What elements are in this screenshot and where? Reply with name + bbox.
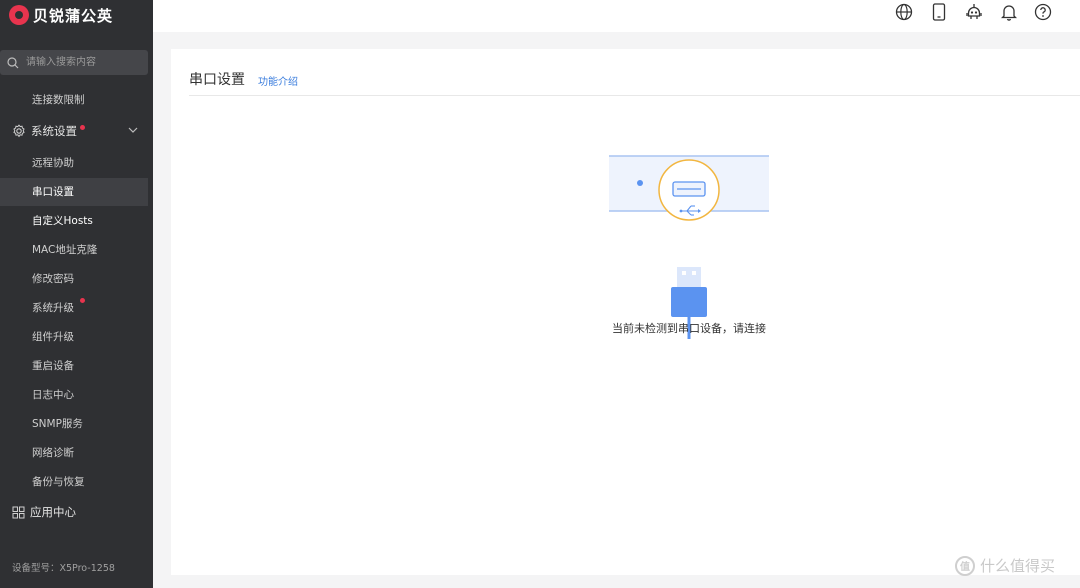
sidebar-item-backup-restore[interactable]: 备份与恢复: [0, 468, 148, 496]
no-device-message: 当前未检测到串口设备，请连接: [612, 322, 766, 335]
search-box[interactable]: [0, 50, 148, 75]
sidebar-item-log-center[interactable]: 日志中心: [0, 381, 148, 409]
sidebar-item-snmp[interactable]: SNMP服务: [0, 410, 148, 438]
serial-settings-card: 串口设置 功能介绍 当前未检测到串口设备，请连接: [171, 49, 1080, 575]
sidebar-group-system-settings[interactable]: 系统设置: [0, 116, 148, 146]
brand-logo[interactable]: 贝锐蒲公英: [9, 4, 113, 26]
sidebar-group-app-center[interactable]: 应用中心: [0, 497, 148, 527]
update-badge: [80, 124, 85, 130]
sidebar-item-label: 远程协助: [32, 157, 74, 169]
sidebar-item-label: 日志中心: [32, 389, 74, 401]
help-icon[interactable]: [1033, 2, 1053, 22]
sidebar-item-label: 系统升级: [32, 302, 74, 314]
sidebar-item-change-password[interactable]: 修改密码: [0, 265, 148, 293]
sidebar-group-label: 系统设置: [31, 124, 77, 138]
sidebar-item-label: 备份与恢复: [32, 476, 85, 488]
sidebar-item-connection-limit[interactable]: 连接数限制: [0, 86, 148, 114]
sidebar-item-label: 自定义Hosts: [32, 215, 93, 227]
top-bar: [153, 0, 1080, 32]
globe-icon[interactable]: [894, 2, 914, 22]
sidebar-item-custom-hosts[interactable]: 自定义Hosts: [0, 207, 148, 235]
sidebar-item-label: SNMP服务: [32, 418, 83, 430]
chevron-down-icon[interactable]: [128, 126, 138, 134]
title-divider: [189, 95, 1080, 96]
sidebar-item-reboot-device[interactable]: 重启设备: [0, 352, 148, 380]
watermark-text: 什么值得买: [980, 557, 1056, 575]
device-model: 设备型号：X5Pro-1258: [12, 563, 115, 574]
sidebar-item-system-upgrade[interactable]: 系统升级: [0, 294, 148, 322]
watermark-badge: 值: [955, 555, 975, 576]
search-icon: [7, 56, 19, 68]
sidebar-item-label: 组件升级: [32, 331, 74, 343]
robot-icon[interactable]: [964, 2, 984, 22]
sidebar-item-network-diagnosis[interactable]: 网络诊断: [0, 439, 148, 467]
sidebar-item-component-upgrade[interactable]: 组件升级: [0, 323, 148, 351]
brand-name: 贝锐蒲公英: [33, 6, 114, 25]
gear-icon: [12, 124, 26, 138]
grid-icon: [12, 506, 25, 519]
search-input[interactable]: [24, 56, 143, 69]
sidebar-item-label: 连接数限制: [32, 94, 85, 106]
sidebar-item-label: 网络诊断: [32, 447, 74, 459]
sidebar-item-label: 串口设置: [32, 186, 74, 198]
sidebar-item-label: 重启设备: [32, 360, 74, 372]
usb-not-connected-illustration: [609, 155, 769, 339]
mobile-icon[interactable]: [929, 2, 949, 22]
sidebar-item-label: 修改密码: [32, 273, 74, 285]
site-watermark: 值 什么值得买: [955, 555, 1055, 576]
update-badge: [80, 298, 86, 303]
sidebar: 贝锐蒲公英 连接数限制 系统设置 远程协助 串口设置 自定义Hosts M: [0, 0, 153, 588]
brand-logo-icon: [9, 5, 29, 25]
page-title: 串口设置: [189, 72, 245, 88]
sidebar-item-remote-assist[interactable]: 远程协助: [0, 149, 148, 177]
sidebar-item-mac-clone[interactable]: MAC地址克隆: [0, 236, 148, 264]
bell-icon[interactable]: [999, 2, 1019, 22]
sidebar-item-serial-settings[interactable]: 串口设置: [0, 178, 148, 206]
sidebar-item-label: MAC地址克隆: [32, 244, 98, 256]
feature-intro-link[interactable]: 功能介绍: [258, 73, 298, 88]
sidebar-group-label: 应用中心: [30, 505, 76, 519]
